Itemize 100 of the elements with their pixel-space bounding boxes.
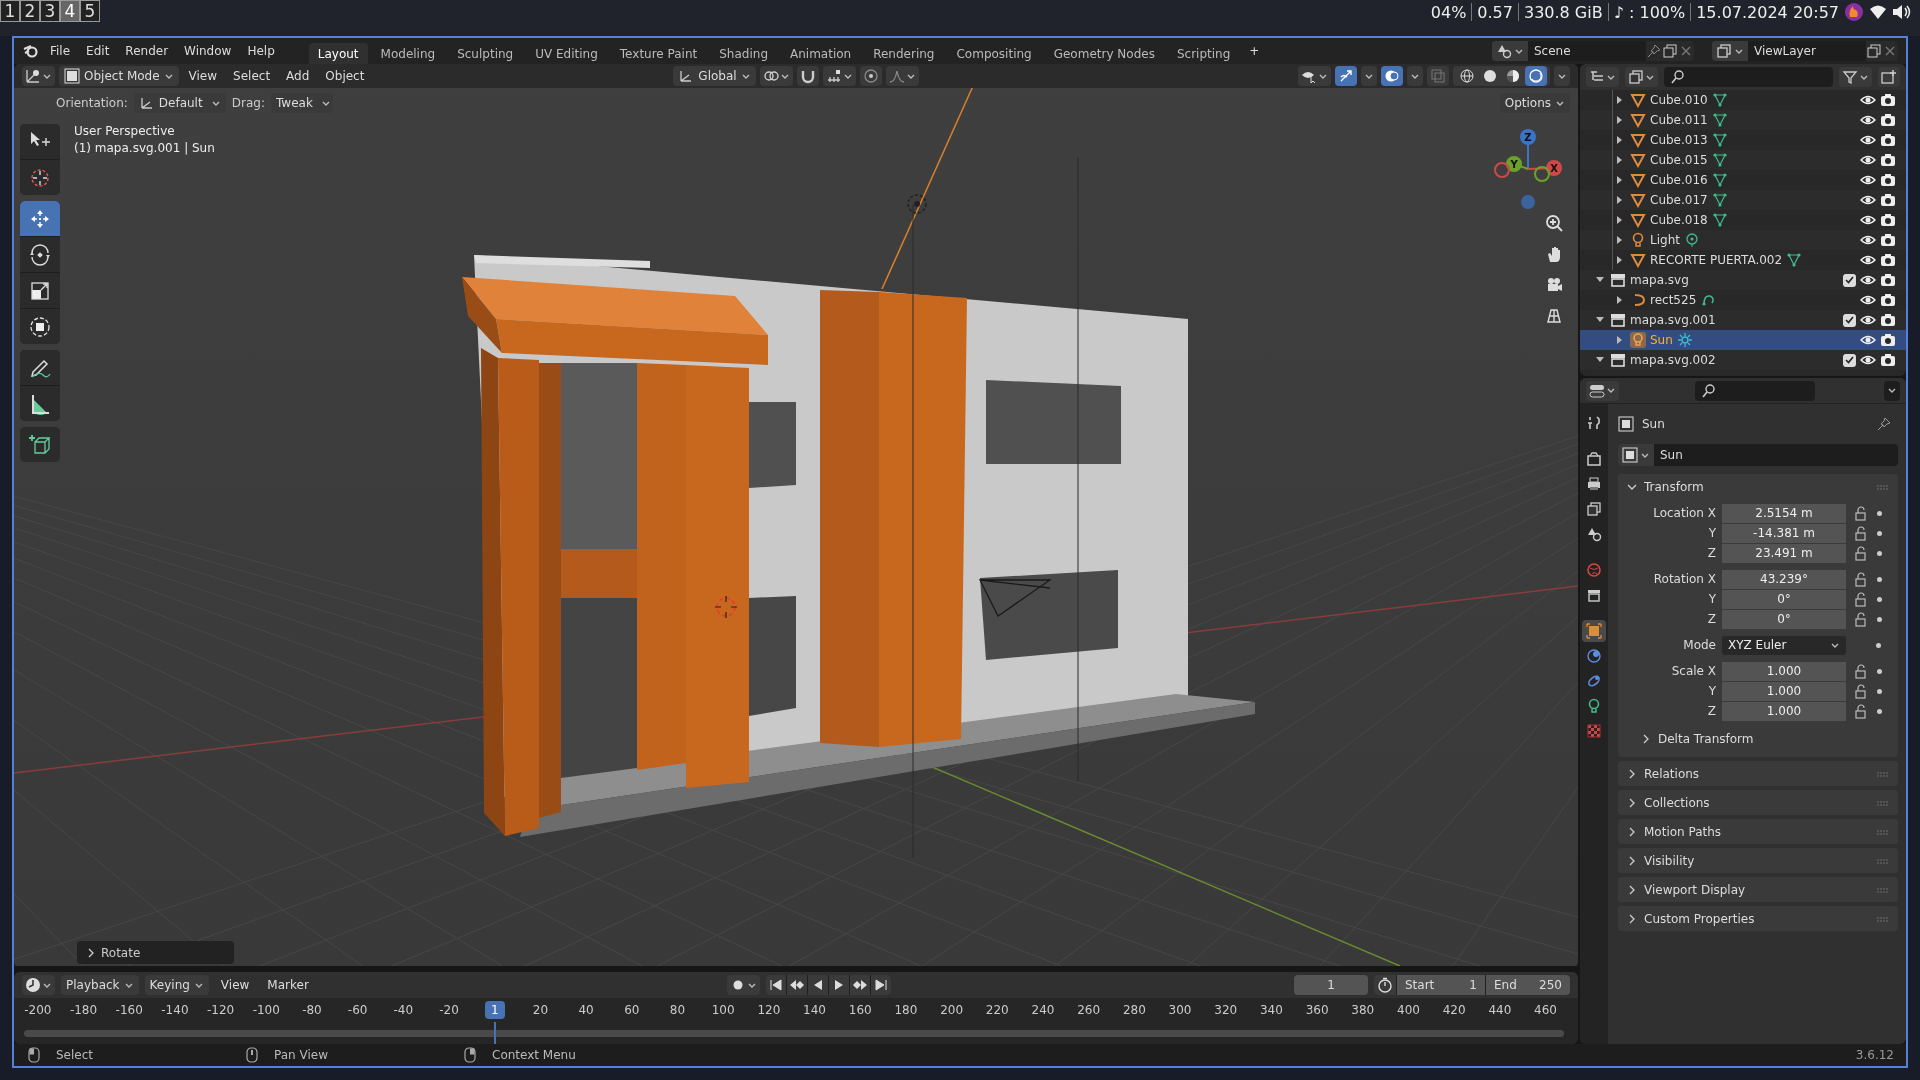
- filter-button[interactable]: [1839, 67, 1872, 87]
- outliner-row[interactable]: mapa.svg: [1580, 270, 1906, 290]
- number-field[interactable]: 0°: [1722, 589, 1846, 609]
- checkbox[interactable]: [1843, 313, 1856, 327]
- new-collection-button[interactable]: [1878, 67, 1900, 87]
- camera-icon[interactable]: [1880, 172, 1896, 188]
- record-button[interactable]: [726, 975, 760, 995]
- keyframe-dot[interactable]: [1877, 668, 1882, 674]
- keyframe-dot[interactable]: [1877, 550, 1882, 556]
- workspace-button[interactable]: 4: [60, 0, 80, 22]
- editor-type-button[interactable]: [1586, 380, 1619, 401]
- shading-button[interactable]: [1525, 66, 1547, 86]
- number-field[interactable]: 2.5154 m: [1722, 503, 1846, 523]
- tool-button[interactable]: [20, 160, 60, 195]
- workspace-tab[interactable]: Layout: [308, 42, 368, 64]
- snap-target-button[interactable]: [822, 66, 856, 86]
- lock-icon[interactable]: [1854, 505, 1868, 521]
- camera-icon[interactable]: [1880, 192, 1896, 208]
- camera-icon[interactable]: [1880, 152, 1896, 168]
- editor-type-button[interactable]: [1586, 67, 1619, 87]
- camera-icon[interactable]: [1880, 92, 1896, 108]
- menu-item[interactable]: File: [44, 42, 77, 60]
- camera-icon[interactable]: [1880, 212, 1896, 228]
- keyframe-dot[interactable]: [1877, 576, 1882, 582]
- keyframe-dot[interactable]: [1877, 708, 1882, 714]
- camera-icon[interactable]: [1880, 312, 1896, 328]
- workspace-tab[interactable]: Compositing: [947, 42, 1041, 64]
- outliner-row[interactable]: Cube.017: [1580, 190, 1906, 210]
- last-operator-panel[interactable]: Rotate: [77, 941, 234, 964]
- camera-icon[interactable]: [1880, 332, 1896, 348]
- workspace-tab[interactable]: Sculpting: [448, 42, 523, 64]
- falloff-button[interactable]: [885, 66, 919, 86]
- jump-start-button[interactable]: [765, 975, 786, 995]
- pin-icon[interactable]: [1646, 43, 1662, 59]
- start-frame-field[interactable]: Start 1: [1397, 975, 1485, 995]
- tool-button[interactable]: [20, 386, 60, 421]
- play-button[interactable]: [828, 975, 849, 995]
- tool-button[interactable]: [20, 273, 60, 308]
- camera-icon[interactable]: [1880, 112, 1896, 128]
- keyframe-dot[interactable]: [1877, 616, 1882, 622]
- visibility-button[interactable]: [1298, 66, 1331, 86]
- tool-button[interactable]: [20, 309, 60, 344]
- drag-dropdown[interactable]: Tweak: [271, 93, 333, 113]
- stopwatch-icon[interactable]: [1377, 977, 1393, 993]
- speaker-icon[interactable]: [1892, 3, 1912, 21]
- number-field[interactable]: 1.000: [1722, 701, 1846, 721]
- overlay-toggle-button[interactable]: [1381, 66, 1403, 86]
- pin-icon[interactable]: [1876, 416, 1892, 432]
- shading-menu-button[interactable]: [1554, 66, 1570, 86]
- duplicate-icon[interactable]: [1662, 43, 1678, 59]
- add-workspace-button[interactable]: +: [1243, 42, 1266, 60]
- outliner-row[interactable]: mapa.svg.001: [1580, 310, 1906, 330]
- outliner-row[interactable]: Cube.011: [1580, 110, 1906, 130]
- display-mode-button[interactable]: [1625, 67, 1658, 87]
- checkbox[interactable]: [1843, 353, 1856, 367]
- 3d-cursor-icon[interactable]: [714, 595, 738, 619]
- navigation-gizmo[interactable]: Z Y X: [1488, 124, 1568, 214]
- camera-icon[interactable]: [1880, 252, 1896, 268]
- camera-icon[interactable]: [1880, 272, 1896, 288]
- search-field[interactable]: [1664, 67, 1833, 87]
- scrollbar[interactable]: [24, 1029, 1564, 1037]
- gizmo-toggle-button[interactable]: [1335, 66, 1357, 86]
- camera-icon[interactable]: [1880, 352, 1896, 368]
- keyframe-dot[interactable]: [1877, 510, 1882, 516]
- options-dropdown[interactable]: [1884, 380, 1900, 401]
- blender-logo-icon[interactable]: [22, 42, 40, 60]
- jump-end-button[interactable]: [870, 975, 891, 995]
- keyframe-dot[interactable]: [1877, 688, 1882, 694]
- subpanel-header[interactable]: Delta Transform: [1618, 727, 1898, 751]
- outliner-row[interactable]: Light: [1580, 230, 1906, 250]
- camera-icon[interactable]: [1880, 292, 1896, 308]
- checkbox[interactable]: [1843, 273, 1856, 287]
- next-keyframe-button[interactable]: [849, 975, 870, 995]
- menu-item[interactable]: View: [182, 67, 224, 85]
- workspace-tab[interactable]: Scripting: [1167, 42, 1240, 64]
- properties-tab[interactable]: [1582, 620, 1606, 642]
- snap-button[interactable]: [796, 66, 819, 86]
- menu-item[interactable]: View: [214, 976, 256, 994]
- tool-button[interactable]: [20, 427, 60, 462]
- outliner-row[interactable]: mapa.svg.002: [1580, 350, 1906, 370]
- number-field[interactable]: -14.381 m: [1722, 523, 1846, 543]
- tool-button[interactable]: [20, 237, 60, 272]
- number-field[interactable]: 43.239°: [1722, 569, 1846, 589]
- duplicate-icon[interactable]: [1866, 43, 1882, 59]
- menu-dropdown[interactable]: Keying: [144, 975, 209, 995]
- workspace-button[interactable]: 2: [20, 0, 40, 22]
- workspace-tab[interactable]: Texture Paint: [610, 42, 707, 64]
- keyframe-dot[interactable]: [1877, 596, 1882, 602]
- lock-icon[interactable]: [1854, 591, 1868, 607]
- workspace-button[interactable]: 5: [80, 0, 100, 22]
- lock-icon[interactable]: [1854, 611, 1868, 627]
- proportional-edit-button[interactable]: [859, 66, 882, 86]
- number-field[interactable]: 0°: [1722, 609, 1846, 629]
- xray-button[interactable]: [1427, 66, 1449, 86]
- lock-icon[interactable]: [1854, 703, 1868, 719]
- workspace-tab[interactable]: Modeling: [371, 42, 445, 64]
- play-reverse-button[interactable]: [807, 975, 828, 995]
- options-dropdown[interactable]: Options: [1499, 93, 1570, 113]
- object-name-field[interactable]: Sun: [1618, 444, 1898, 466]
- workspace-button[interactable]: 1: [0, 0, 20, 22]
